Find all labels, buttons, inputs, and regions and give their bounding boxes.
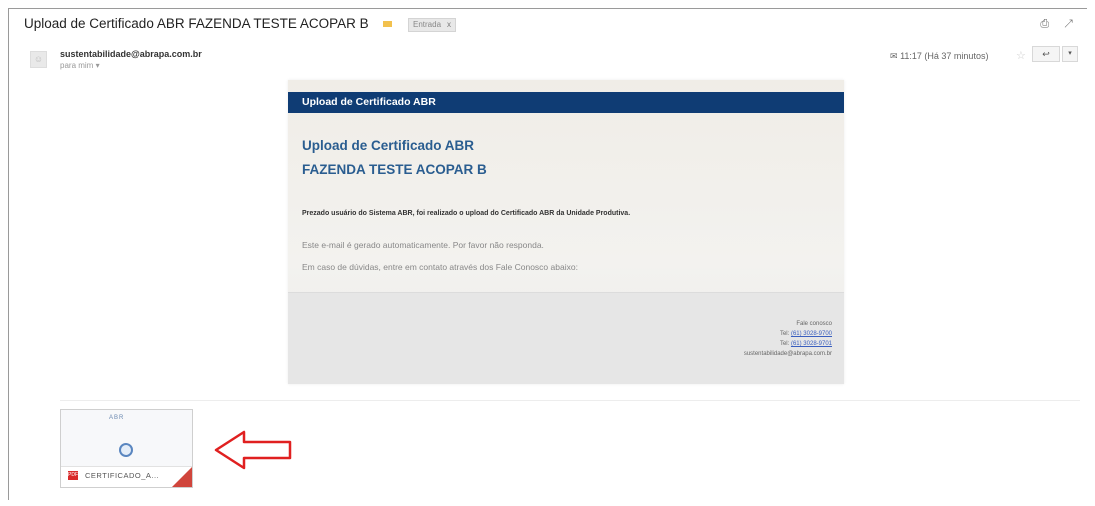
left-arrow-icon <box>214 430 292 470</box>
contact-phone-1: Tel: (61) 3028-9700 <box>780 331 832 337</box>
auto-generated-notice: Este e-mail é gerado automaticamente. Po… <box>302 240 544 250</box>
email-title-line1: Upload de Certificado ABR <box>302 138 475 153</box>
sender-email[interactable]: sustentabilidade@abrapa.com.br <box>60 49 202 59</box>
remove-label-icon[interactable]: x <box>447 20 451 29</box>
time-text: 11:17 (Há 37 minutos) <box>900 51 989 61</box>
recipient-line[interactable]: para mim ▾ <box>60 61 100 70</box>
email-title-line2: FAZENDA TESTE ACOPAR B <box>302 162 487 177</box>
phone-1-link[interactable]: (61) 3028-9700 <box>791 331 832 337</box>
certificate-seal-icon <box>119 443 133 457</box>
email-subject: Upload de Certificado ABR FAZENDA TESTE … <box>24 16 369 31</box>
email-body-header: Upload de Certificado ABR <box>288 92 844 113</box>
label-important-icon[interactable] <box>383 21 392 27</box>
attachment-filename: CERTIFICADO_A... <box>85 471 160 480</box>
reply-button[interactable]: ↩ <box>1032 46 1060 62</box>
contact-email[interactable]: sustentabilidade@abrapa.com.br <box>744 351 832 357</box>
sender-avatar: ☺ <box>30 51 47 68</box>
more-options-button[interactable]: ▾ <box>1062 46 1078 62</box>
inbox-label-text: Entrada <box>413 20 442 29</box>
email-message: Prezado usuário do Sistema ABR, foi real… <box>302 210 631 217</box>
attachment-corner-fold-icon <box>172 467 192 487</box>
star-icon[interactable]: ☆ <box>1016 49 1026 62</box>
email-body-card: Upload de Certificado ABR Upload de Cert… <box>288 80 844 384</box>
recipient-dropdown-icon[interactable]: ▾ <box>96 61 100 70</box>
attachments-divider <box>60 400 1080 401</box>
message-time: ✉ 11:17 (Há 37 minutos) <box>890 51 988 62</box>
recipient-text: para mim <box>60 61 94 70</box>
phone-2-label: Tel: <box>779 341 790 347</box>
print-and-popout-icons[interactable]: ⎙ ↗ <box>1040 18 1079 31</box>
phone-1-label: Tel: <box>779 331 790 337</box>
email-footer: Fale conosco Tel: (61) 3028-9700 Tel: (6… <box>288 293 844 384</box>
inbox-label-chip[interactable]: Entrada x <box>408 18 457 32</box>
contact-label: Fale conosco <box>796 321 832 327</box>
attachment-indicator-icon: ✉ <box>890 51 898 61</box>
contact-phone-2: Tel: (61) 3028-9701 <box>780 341 832 347</box>
certificate-logo: ABR <box>109 415 125 421</box>
attachment-thumbnail[interactable]: ABR PDF CERTIFICADO_A... <box>60 409 193 488</box>
pdf-icon: PDF <box>68 471 78 480</box>
phone-2-link[interactable]: (61) 3028-9701 <box>791 341 832 347</box>
help-text: Em caso de dúvidas, entre em contato atr… <box>302 262 578 272</box>
